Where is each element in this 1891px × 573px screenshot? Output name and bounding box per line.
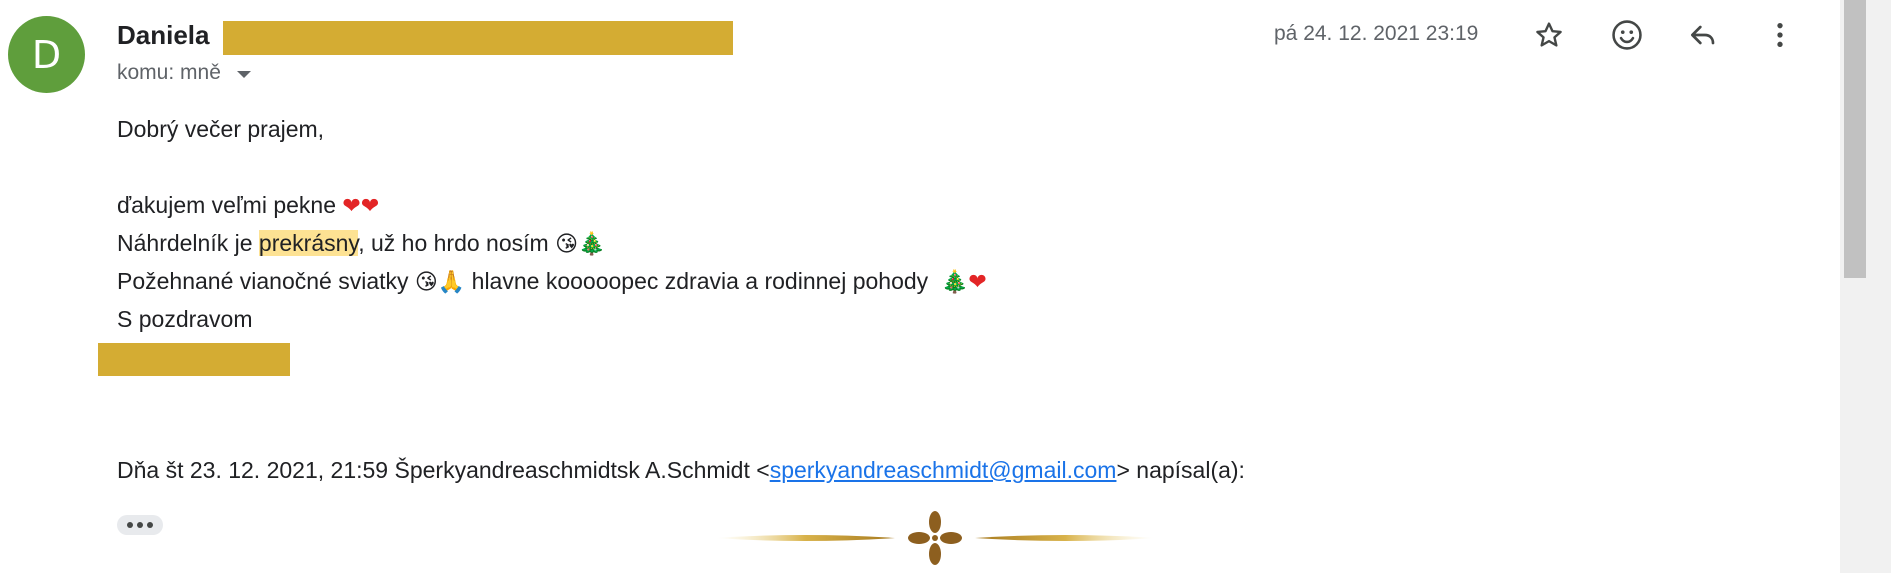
wishes-text-before: Požehnané vianočné sviatky <box>117 268 415 294</box>
more-vert-icon <box>1777 23 1783 47</box>
pray-emoji: 🙏 <box>437 270 466 295</box>
quote-prefix: Dňa št 23. 12. 2021, 21:59 Šperkyandreas… <box>117 457 770 483</box>
redacted-sender-email <box>223 21 733 55</box>
star-icon <box>1536 22 1562 47</box>
emoji-icon <box>1612 20 1642 50</box>
show-trimmed-content-button[interactable] <box>117 515 163 535</box>
thanks-line: ďakujem veľmi pekne ❤❤ <box>117 192 379 219</box>
redacted-signature <box>98 343 290 376</box>
dot-icon <box>137 522 143 528</box>
scrollbar-thumb[interactable] <box>1844 0 1866 278</box>
christmas-tree-emoji: 🎄 <box>578 232 606 257</box>
heart-emoji: ❤ <box>342 194 361 219</box>
sender-name[interactable]: Daniela <box>117 20 210 51</box>
kiss-emoji: 😘 <box>414 270 438 295</box>
add-reaction-button[interactable] <box>1604 12 1650 58</box>
necklace-line: Náhrdelník je prekrásny, už ho hrdo nosí… <box>117 230 605 257</box>
greeting-line: Dobrý večer prajem, <box>117 116 325 142</box>
christmas-tree-emoji: 🎄 <box>940 270 969 295</box>
reply-button[interactable] <box>1680 12 1726 58</box>
chevron-down-icon[interactable] <box>236 71 251 78</box>
reply-icon <box>1691 25 1715 45</box>
avatar[interactable]: D <box>8 16 85 93</box>
star-button[interactable] <box>1526 12 1572 58</box>
thanks-text: ďakujem veľmi pekne <box>117 192 343 218</box>
sender-email-link[interactable]: sperkyandreaschmidt@gmail.com <box>770 457 1117 483</box>
quote-suffix: > napísal(a): <box>1116 457 1245 483</box>
highlighted-word: prekrásny <box>258 230 359 256</box>
quoted-header: Dňa št 23. 12. 2021, 21:59 Šperkyandreas… <box>117 457 1245 484</box>
wishes-text-after: hlavne kooooopec zdravia a rodinnej poho… <box>465 268 941 294</box>
dot-icon <box>147 522 153 528</box>
necklace-text-before: Náhrdelník je <box>117 230 259 256</box>
heart-emoji: ❤ <box>360 194 380 219</box>
closing-line: S pozdravom <box>117 306 253 332</box>
wishes-line: Požehnané vianočné sviatky 😘🙏 hlavne koo… <box>117 268 987 295</box>
ornament-divider <box>715 511 1155 565</box>
necklace-text-after: , už ho hrdo nosím <box>358 230 556 256</box>
dot-icon <box>127 522 133 528</box>
heart-emoji: ❤ <box>968 270 987 295</box>
recipient-label: komu: mně <box>117 61 221 84</box>
message-date: pá 24. 12. 2021 23:19 <box>1274 22 1479 45</box>
recipient-details-toggle[interactable]: komu: mně <box>117 61 251 85</box>
kiss-emoji: 😘 <box>555 232 579 257</box>
more-options-button[interactable] <box>1757 12 1803 58</box>
